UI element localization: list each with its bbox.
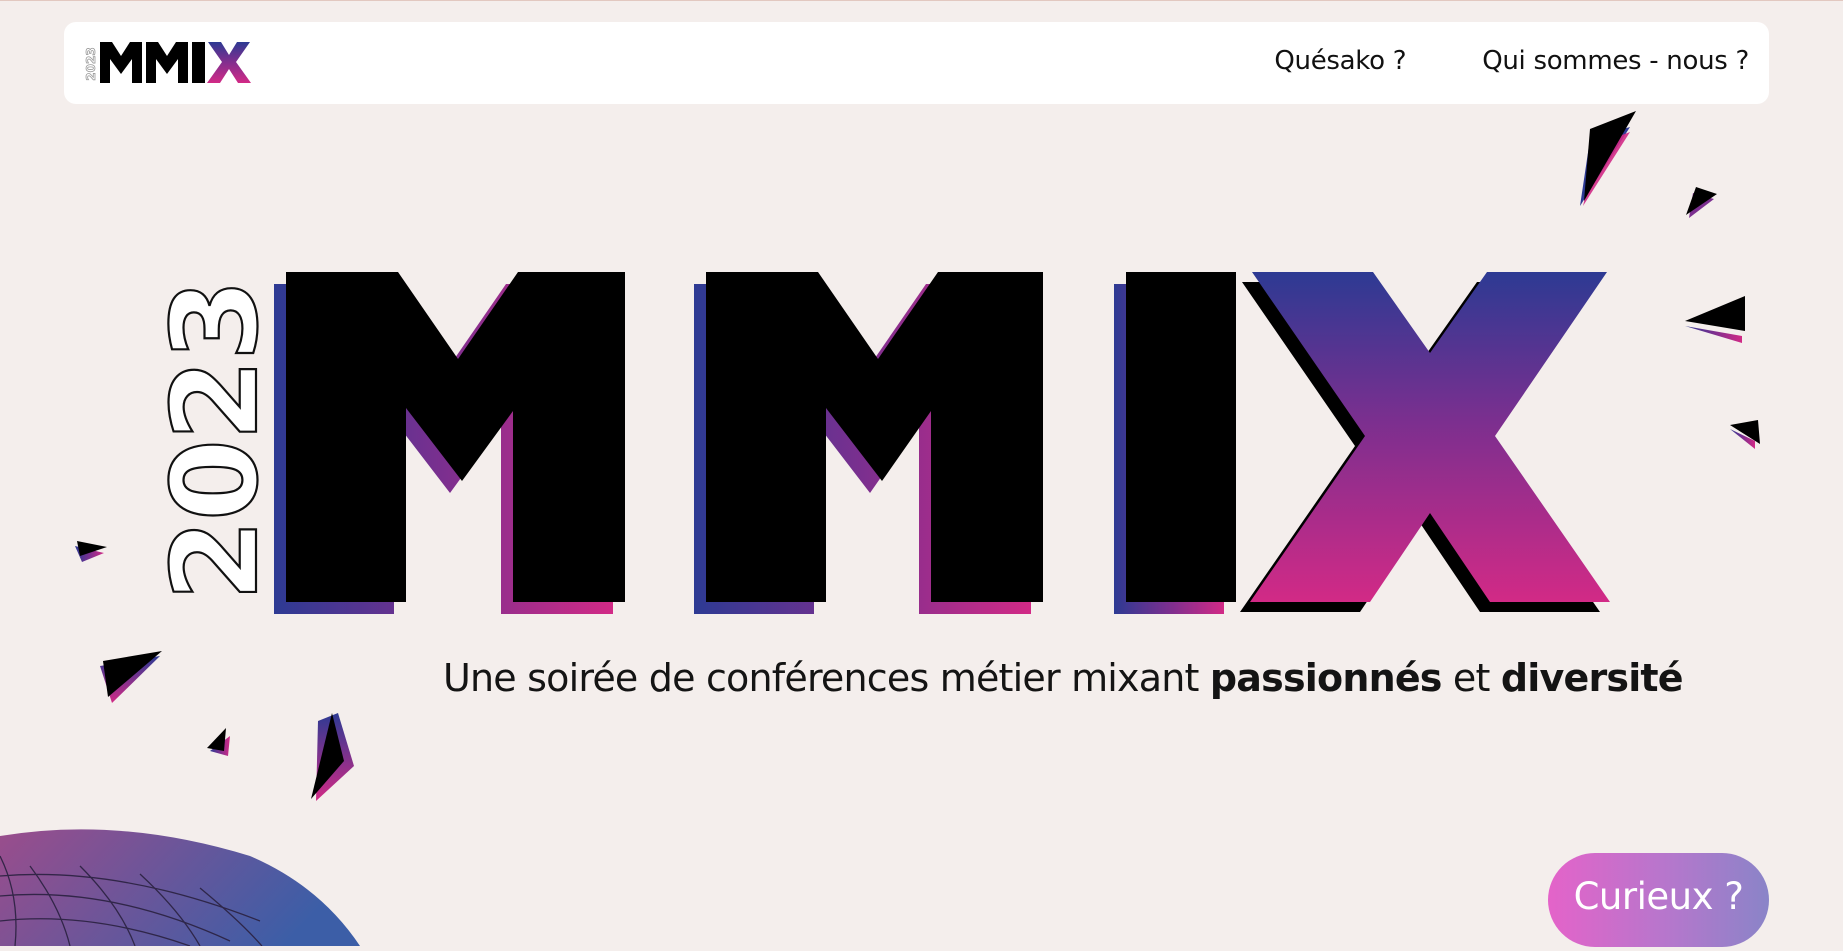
curieux-button[interactable]: Curieux ? <box>1548 853 1769 947</box>
hero-tagline: Une soirée de conférences métier mixant … <box>443 656 1743 700</box>
mmix-logo[interactable]: 2023 <box>82 36 262 92</box>
wireframe-globe-icon <box>0 826 380 947</box>
triangle-shard-icon <box>207 728 230 756</box>
triangle-shard-icon <box>311 713 354 801</box>
triangle-shard-icon <box>1685 296 1745 343</box>
hero-year: 2023 <box>146 281 284 601</box>
hero-title: 2023 <box>140 251 1640 631</box>
tagline-bold-diversite: diversité <box>1500 656 1684 700</box>
triangle-shard-icon <box>1686 187 1717 218</box>
nav-links: Quésako ? Qui sommes - nous ? <box>1274 46 1749 76</box>
logo-year: 2023 <box>84 47 98 80</box>
hero-mmix-letters <box>274 272 1610 614</box>
triangle-shard-icon <box>1730 420 1760 449</box>
tagline-bold-passionnes: passionnés <box>1209 656 1443 700</box>
top-navbar: 2023 Quésako ? Qui sommes - nous ? <box>64 22 1769 104</box>
triangle-shard-icon <box>100 651 162 703</box>
tagline-mid: et <box>1441 656 1501 700</box>
tagline-prefix: Une soirée de conférences métier mixant <box>443 656 1210 700</box>
triangle-shard-icon <box>1580 111 1636 206</box>
nav-link-quesako[interactable]: Quésako ? <box>1274 46 1406 76</box>
triangle-shard-icon <box>75 541 107 562</box>
nav-link-qui-sommes-nous[interactable]: Qui sommes - nous ? <box>1482 46 1749 76</box>
